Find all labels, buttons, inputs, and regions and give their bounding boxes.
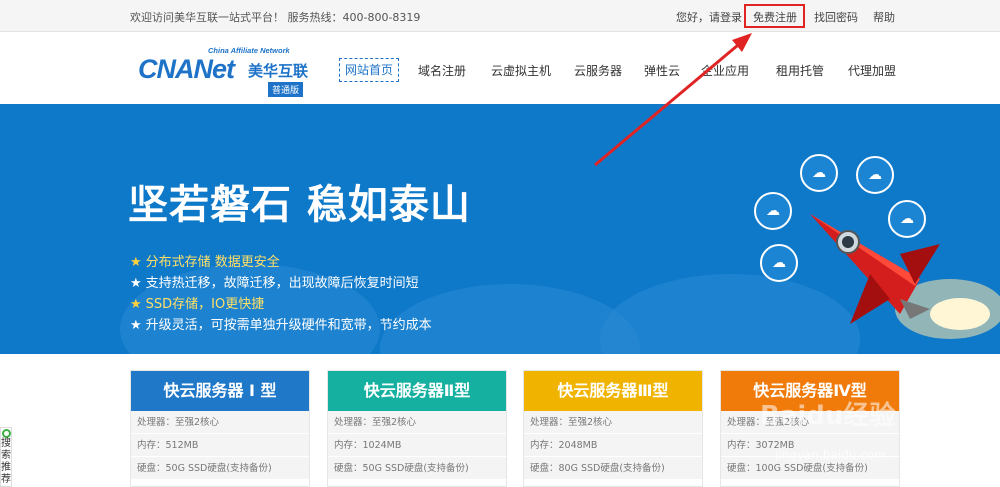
logo-meihua: 美华互联 — [248, 62, 309, 80]
nav-item-cloud-server[interactable]: 云服务器 — [574, 62, 622, 79]
nav-item-agent[interactable]: 代理加盟 — [848, 62, 896, 79]
product-card[interactable]: 快云服务器 I 型 处理器：至强2核心 内存：512MB 硬盘：50G SSD硬… — [130, 370, 310, 487]
card-cpu: 处理器：至强2核心 — [524, 411, 702, 434]
nav-item-elastic-cloud[interactable]: 弹性云 — [644, 62, 680, 79]
card-title[interactable]: 快云服务器 I 型 — [131, 371, 309, 411]
nav-item-virtual-host[interactable]: 云虚拟主机 — [491, 62, 551, 79]
card-memory: 内存：512MB — [131, 434, 309, 457]
site-logo[interactable]: China Affiliate Network CNANet 美华互联 普通版 — [138, 42, 308, 98]
nav-item-domain[interactable]: 域名注册 — [418, 62, 466, 79]
card-disk: 硬盘：50G SSD硬盘(支持备份) — [131, 457, 309, 480]
feature-item: ★ 分布式存储 数据更安全 — [130, 255, 280, 270]
hero-banner[interactable]: 坚若磐石 稳如泰山 ★ 分布式存储 数据更安全 ★ 支持热迁移，故障迁移，出现故障后… — [0, 104, 1000, 354]
forgot-password-link[interactable]: 找回密码 — [814, 9, 858, 25]
cloud-icon: ☁ — [800, 154, 838, 192]
login-link[interactable]: 您好，请登录 — [676, 9, 742, 25]
star-icon: ★ — [130, 297, 142, 312]
rocket-icon — [810, 214, 1000, 339]
baidu-watermark: Baidu经验 — [760, 401, 896, 431]
card-title[interactable]: 快云服务器Ⅲ型 — [524, 371, 702, 411]
cloud-chart-icon: ☁ — [754, 192, 792, 230]
banner-headline: 坚若磐石 稳如泰山 — [128, 182, 471, 228]
side-search-widget[interactable]: 搜索推荐 — [0, 427, 12, 487]
help-link[interactable]: 帮助 — [873, 9, 895, 25]
product-card[interactable]: 快云服务器Ⅲ型 处理器：至强2核心 内存：2048MB 硬盘：80G SSD硬盘… — [523, 370, 703, 487]
card-title[interactable]: 快云服务器Ⅱ型 — [328, 371, 506, 411]
card-cpu: 处理器：至强2核心 — [328, 411, 506, 434]
star-icon: ★ — [130, 276, 142, 291]
card-disk: 硬盘：80G SSD硬盘(支持备份) — [524, 457, 702, 480]
side-label: 搜索推荐 — [1, 438, 11, 485]
logo-edition-badge: 普通版 — [268, 82, 304, 97]
feature-list: ★ 分布式存储 数据更安全 ★ 支持热迁移，故障迁移，出现故障后恢复时间短 ★ SSD… — [130, 252, 432, 336]
cloud-sync-icon: ☁ — [856, 156, 894, 194]
logo-cnanet: CNANet — [138, 54, 235, 84]
card-cpu: 处理器：至强2核心 — [131, 411, 309, 434]
welcome-text: 欢迎访问美华互联一站式平台！ 服务热线：400-800-8319 — [130, 11, 421, 24]
register-link[interactable]: 免费注册 — [753, 9, 797, 25]
nav-item-hosting[interactable]: 租用托管 — [776, 62, 824, 79]
site-header: China Affiliate Network CNANet 美华互联 普通版 … — [0, 32, 1000, 104]
nav-item-home[interactable]: 网站首页 — [339, 58, 399, 82]
nav-item-enterprise[interactable]: 企业应用 — [701, 62, 749, 79]
feature-item: ★ SSD存储，IO更快捷 — [130, 297, 265, 312]
search-recommend-icon — [1, 429, 11, 438]
card-memory: 内存：1024MB — [328, 434, 506, 457]
feature-item: ★ 支持热迁移，故障迁移，出现故障后恢复时间短 — [130, 276, 419, 291]
feature-item: ★ 升级灵活，可按需单独升级硬件和宽带，节约成本 — [130, 318, 432, 333]
star-icon: ★ — [130, 255, 142, 270]
star-icon: ★ — [130, 318, 142, 333]
baidu-watermark-url: jingyan.baidu.com — [775, 448, 886, 462]
top-bar: 欢迎访问美华互联一站式平台！ 服务热线：400-800-8319 您好，请登录 … — [0, 0, 1000, 32]
card-disk: 硬盘：50G SSD硬盘(支持备份) — [328, 457, 506, 480]
cloud-gear-icon: ☁ — [760, 244, 798, 282]
product-card[interactable]: 快云服务器Ⅱ型 处理器：至强2核心 内存：1024MB 硬盘：50G SSD硬盘… — [327, 370, 507, 487]
card-memory: 内存：2048MB — [524, 434, 702, 457]
